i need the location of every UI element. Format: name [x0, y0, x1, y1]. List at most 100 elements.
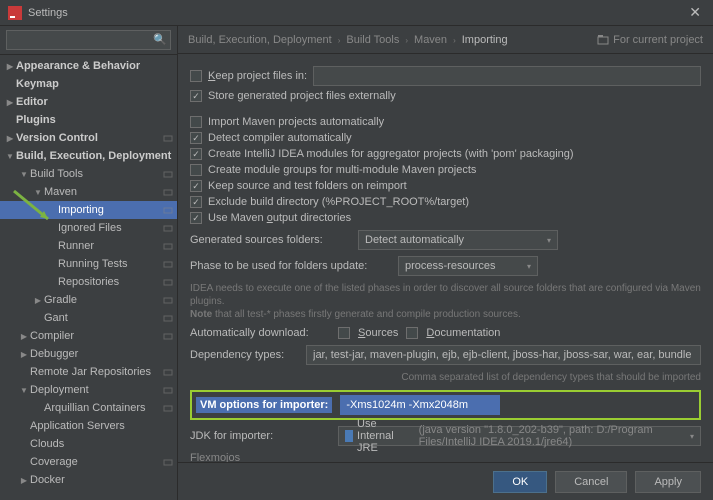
create-modules-label: Create IntelliJ IDEA modules for aggrega…	[208, 148, 574, 160]
settings-tree: ▶Appearance & BehaviorKeymap▶EditorPlugi…	[0, 55, 177, 500]
tree-item-label: Gradle	[44, 294, 163, 306]
tree-item-ignored-files[interactable]: Ignored Files	[0, 219, 177, 237]
project-scope-icon	[163, 331, 173, 341]
project-scope-icon	[163, 241, 173, 251]
tree-item-label: Arquillian Containers	[44, 402, 163, 414]
tree-item-label: Deployment	[30, 384, 163, 396]
tree-item-editor[interactable]: ▶Editor	[0, 93, 177, 111]
tree-item-build-execution-deployment[interactable]: ▼Build, Execution, Deployment	[0, 147, 177, 165]
apply-button[interactable]: Apply	[635, 471, 701, 493]
tree-item-label: Ignored Files	[58, 222, 163, 234]
dialog-footer: OK Cancel Apply	[178, 462, 713, 500]
tree-arrow-icon: ▼	[4, 152, 16, 161]
create-modules-checkbox[interactable]	[190, 148, 202, 160]
tree-item-label: Plugins	[16, 114, 177, 126]
exclude-build-checkbox[interactable]	[190, 196, 202, 208]
tree-item-keymap[interactable]: Keymap	[0, 75, 177, 93]
chevron-right-icon: ›	[338, 36, 341, 45]
module-groups-checkbox[interactable]	[190, 164, 202, 176]
module-groups-label: Create module groups for multi-module Ma…	[208, 164, 476, 176]
breadcrumb-part[interactable]: Build, Execution, Deployment	[188, 34, 332, 46]
jre-icon	[345, 430, 353, 442]
project-scope-icon	[163, 295, 173, 305]
project-scope-icon	[163, 133, 173, 143]
chevron-right-icon: ›	[453, 36, 456, 45]
keep-files-label: KKeep project files in:eep project files…	[208, 70, 307, 82]
tree-item-label: Importing	[58, 204, 163, 216]
tree-item-gradle[interactable]: ▶Gradle	[0, 291, 177, 309]
tree-arrow-icon: ▶	[32, 296, 44, 305]
titlebar: Settings ✕	[0, 0, 713, 26]
project-scope-icon	[163, 457, 173, 467]
tree-item-application-servers[interactable]: Application Servers	[0, 417, 177, 435]
exclude-build-label: Exclude build directory (%PROJECT_ROOT%/…	[208, 196, 469, 208]
tree-item-deployment[interactable]: ▼Deployment	[0, 381, 177, 399]
breadcrumb-part[interactable]: Importing	[462, 34, 508, 46]
vm-options-input[interactable]	[340, 395, 500, 415]
ok-button[interactable]: OK	[493, 471, 547, 493]
search-input[interactable]	[6, 30, 171, 50]
tree-item-label: Docker	[30, 474, 177, 486]
tree-item-appearance-behavior[interactable]: ▶Appearance & Behavior	[0, 57, 177, 75]
docs-checkbox[interactable]	[406, 327, 418, 339]
tree-item-debugger[interactable]: ▶Debugger	[0, 345, 177, 363]
tree-item-label: Application Servers	[30, 420, 177, 432]
store-externally-label: Store generated project files externally	[208, 90, 396, 102]
tree-item-runner[interactable]: Runner	[0, 237, 177, 255]
keep-files-checkbox[interactable]	[190, 70, 202, 82]
tree-item-remote-jar-repositories[interactable]: Remote Jar Repositories	[0, 363, 177, 381]
tree-item-running-tests[interactable]: Running Tests	[0, 255, 177, 273]
tree-item-maven[interactable]: ▼Maven	[0, 183, 177, 201]
breadcrumb: Build, Execution, Deployment › Build Tools…	[178, 26, 713, 54]
use-output-checkbox[interactable]	[190, 212, 202, 224]
tree-arrow-icon: ▼	[32, 188, 44, 197]
search-box: 🔍	[0, 26, 177, 55]
tree-item-label: Version Control	[16, 132, 163, 144]
tree-item-label: Clouds	[30, 438, 177, 450]
tree-item-compiler[interactable]: ▶Compiler	[0, 327, 177, 345]
gen-sources-dropdown[interactable]: Detect automatically	[358, 230, 558, 250]
phase-dropdown[interactable]: process-resources	[398, 256, 538, 276]
jdk-dropdown[interactable]: Use Internal JRE (java version "1.8.0_20…	[338, 426, 701, 446]
sources-checkbox[interactable]	[338, 327, 350, 339]
app-icon	[8, 6, 22, 20]
detect-compiler-label: Detect compiler automatically	[208, 132, 352, 144]
window-title: Settings	[28, 7, 685, 19]
cancel-button[interactable]: Cancel	[555, 471, 627, 493]
flexmojos-section: Flexmojos	[190, 452, 701, 462]
breadcrumb-part[interactable]: Maven	[414, 34, 447, 46]
tree-item-build-tools[interactable]: ▼Build Tools	[0, 165, 177, 183]
tree-item-repositories[interactable]: Repositories	[0, 273, 177, 291]
tree-arrow-icon: ▶	[4, 62, 16, 71]
tree-item-coverage[interactable]: Coverage	[0, 453, 177, 471]
vm-options-label: VM options for importer:	[196, 397, 332, 413]
keep-source-checkbox[interactable]	[190, 180, 202, 192]
tree-item-docker[interactable]: ▶Docker	[0, 471, 177, 489]
breadcrumb-part[interactable]: Build Tools	[346, 34, 399, 46]
tree-item-clouds[interactable]: Clouds	[0, 435, 177, 453]
tree-item-arquillian-containers[interactable]: Arquillian Containers	[0, 399, 177, 417]
tree-item-plugins[interactable]: Plugins	[0, 111, 177, 129]
close-icon[interactable]: ✕	[685, 4, 705, 21]
dep-types-input[interactable]	[306, 345, 701, 365]
detect-compiler-checkbox[interactable]	[190, 132, 202, 144]
tree-item-gant[interactable]: Gant	[0, 309, 177, 327]
vm-options-row: VM options for importer:	[190, 390, 701, 420]
tree-item-importing[interactable]: Importing	[0, 201, 177, 219]
store-externally-checkbox[interactable]	[190, 90, 202, 102]
tree-item-version-control[interactable]: ▶Version Control	[0, 129, 177, 147]
search-icon[interactable]: 🔍	[153, 33, 167, 46]
keep-files-path-input[interactable]	[313, 66, 701, 86]
gen-sources-label: Generated sources folders:	[190, 234, 350, 246]
project-scope-icon	[163, 277, 173, 287]
tree-arrow-icon: ▶	[18, 476, 30, 485]
tree-arrow-icon: ▼	[18, 386, 30, 395]
import-auto-checkbox[interactable]	[190, 116, 202, 128]
phase-label: Phase to be used for folders update:	[190, 260, 390, 272]
tree-item-label: Coverage	[30, 456, 163, 468]
phase-hint: IDEA needs to execute one of the listed …	[190, 282, 701, 321]
tree-arrow-icon: ▶	[18, 332, 30, 341]
tree-item-label: Editor	[16, 96, 177, 108]
docs-label: DocumentationDocumentation	[426, 327, 500, 339]
tree-item-label: Appearance & Behavior	[16, 60, 177, 72]
